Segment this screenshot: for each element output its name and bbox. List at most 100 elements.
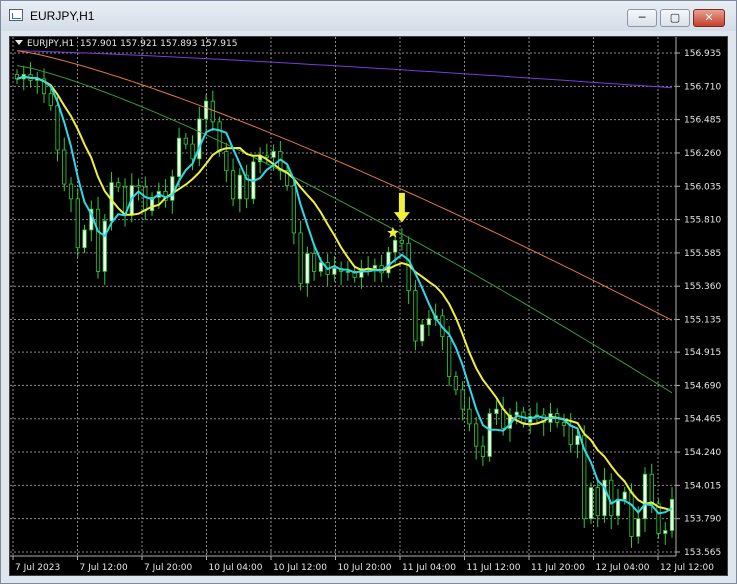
candle-body bbox=[642, 473, 648, 520]
candle-body bbox=[609, 479, 614, 517]
candle-body bbox=[210, 100, 215, 123]
price-tick-label: 154.015 bbox=[684, 481, 721, 491]
time-tick-label: 7 Jul 20:00 bbox=[144, 563, 193, 573]
candle-body bbox=[264, 155, 269, 158]
candle-body bbox=[224, 151, 229, 172]
candle-body bbox=[305, 253, 310, 284]
close-button[interactable]: ✕ bbox=[693, 9, 725, 27]
price-tick-label: 154.465 bbox=[684, 415, 721, 425]
chart-window-icon bbox=[9, 9, 23, 21]
symbol-header[interactable]: EURJPY,H1 157.901 157.921 157.893 157.91… bbox=[15, 39, 237, 49]
time-tick-label: 12 Jul 12:00 bbox=[660, 563, 714, 573]
candle-body bbox=[399, 239, 404, 244]
symbol-label: EURJPY,H1 bbox=[27, 39, 75, 49]
price-tick-label: 153.790 bbox=[684, 515, 721, 525]
candle-body bbox=[190, 143, 195, 160]
price-tick-label: 154.915 bbox=[684, 348, 721, 358]
price-tick-label: 155.810 bbox=[684, 216, 721, 226]
candle-body bbox=[75, 198, 80, 249]
candle-body bbox=[615, 499, 621, 517]
price-tick-label: 155.135 bbox=[684, 316, 721, 326]
window-title: EURJPY,H1 bbox=[30, 9, 95, 23]
chart-window: EURJPY,H1 ─ ▢ ✕ 156.935 156.710 156.485 156… bbox=[0, 0, 737, 584]
candle-body bbox=[649, 473, 654, 505]
ohlc-values: 157.901 157.921 157.893 157.915 bbox=[80, 39, 238, 49]
candle-body bbox=[230, 170, 236, 200]
time-tick-label: 12 Jul 04:00 bbox=[596, 563, 650, 573]
candle-body bbox=[588, 487, 594, 520]
candle-body bbox=[217, 121, 222, 152]
maximize-button[interactable]: ▢ bbox=[660, 9, 690, 27]
price-tick-label: 154.240 bbox=[684, 448, 721, 458]
candle-body bbox=[413, 290, 418, 342]
candle-body bbox=[656, 503, 661, 534]
candle-body bbox=[453, 376, 459, 391]
candle-body bbox=[55, 105, 60, 151]
candle-body bbox=[494, 408, 499, 414]
candle-body bbox=[291, 185, 296, 234]
candle-body bbox=[467, 408, 472, 425]
candle-body bbox=[636, 518, 641, 537]
candle-body bbox=[203, 100, 209, 120]
time-tick-label: 11 Jul 04:00 bbox=[402, 563, 456, 573]
time-tick-label: 11 Jul 20:00 bbox=[531, 563, 585, 573]
title-bar[interactable]: EURJPY,H1 ─ ▢ ✕ bbox=[1, 1, 736, 31]
candle-body bbox=[332, 268, 337, 275]
price-tick-label: 154.690 bbox=[684, 381, 721, 391]
candle-body bbox=[170, 176, 175, 201]
candle-body bbox=[622, 491, 627, 500]
candle-body bbox=[95, 208, 101, 272]
signal-star-icon bbox=[387, 226, 399, 238]
price-tick-label: 156.710 bbox=[684, 82, 721, 92]
price-tick-label: 156.485 bbox=[684, 116, 721, 126]
candle-body bbox=[183, 137, 188, 145]
candle-body bbox=[136, 185, 141, 188]
candle-body bbox=[568, 424, 573, 446]
ma-line-mid bbox=[16, 75, 673, 512]
candle-body bbox=[420, 324, 425, 342]
time-tick-label: 7 Jul 12:00 bbox=[80, 563, 129, 573]
candle-body bbox=[575, 435, 580, 446]
candle-body bbox=[318, 262, 323, 272]
price-tick-label: 155.360 bbox=[684, 282, 721, 292]
price-tick-label: 156.260 bbox=[684, 149, 721, 159]
time-tick-label: 11 Jul 12:00 bbox=[467, 563, 521, 573]
candle-body bbox=[271, 151, 276, 158]
candle-body bbox=[447, 336, 452, 377]
chart-canvas[interactable]: 156.935 156.710 156.485 156.260 156.035 155.8… bbox=[10, 37, 727, 575]
candle-body bbox=[480, 445, 486, 457]
symbol-menu-triangle-icon[interactable] bbox=[15, 40, 23, 45]
ma-line-slow-2 bbox=[16, 50, 673, 321]
ma-line-slow-3 bbox=[16, 50, 673, 89]
candle-body bbox=[48, 93, 53, 106]
candle-body bbox=[102, 220, 107, 272]
candle-body bbox=[116, 182, 121, 188]
ma-line-fast bbox=[16, 75, 673, 515]
candle-body bbox=[372, 265, 377, 269]
candle-body bbox=[82, 229, 87, 249]
time-tick-label: 10 Jul 04:00 bbox=[209, 563, 263, 573]
candle-body bbox=[312, 253, 317, 272]
candle-body bbox=[460, 389, 465, 410]
candle-body bbox=[474, 423, 479, 447]
candle-body bbox=[561, 422, 567, 426]
time-tick-label: 10 Jul 12:00 bbox=[273, 563, 327, 573]
price-tick-label: 156.935 bbox=[684, 49, 721, 59]
candle-body bbox=[595, 487, 600, 517]
candle-body bbox=[143, 186, 148, 212]
candle-body bbox=[487, 413, 492, 457]
candle-body bbox=[426, 318, 432, 326]
price-chart[interactable]: 156.935 156.710 156.485 156.260 156.035 155.8… bbox=[9, 36, 728, 576]
candle-body bbox=[298, 232, 303, 284]
candle-body bbox=[345, 271, 350, 273]
price-tick-label: 153.565 bbox=[684, 548, 721, 558]
candle-body bbox=[62, 149, 67, 185]
candle-body bbox=[393, 239, 398, 253]
candle-body bbox=[663, 530, 668, 534]
candle-body bbox=[629, 491, 634, 537]
time-tick-label: 10 Jul 20:00 bbox=[338, 563, 392, 573]
candle-body bbox=[669, 499, 675, 531]
price-tick-label: 156.035 bbox=[684, 182, 721, 192]
minimize-button[interactable]: ─ bbox=[627, 9, 657, 27]
time-tick-label: 7 Jul 2023 bbox=[15, 563, 60, 573]
